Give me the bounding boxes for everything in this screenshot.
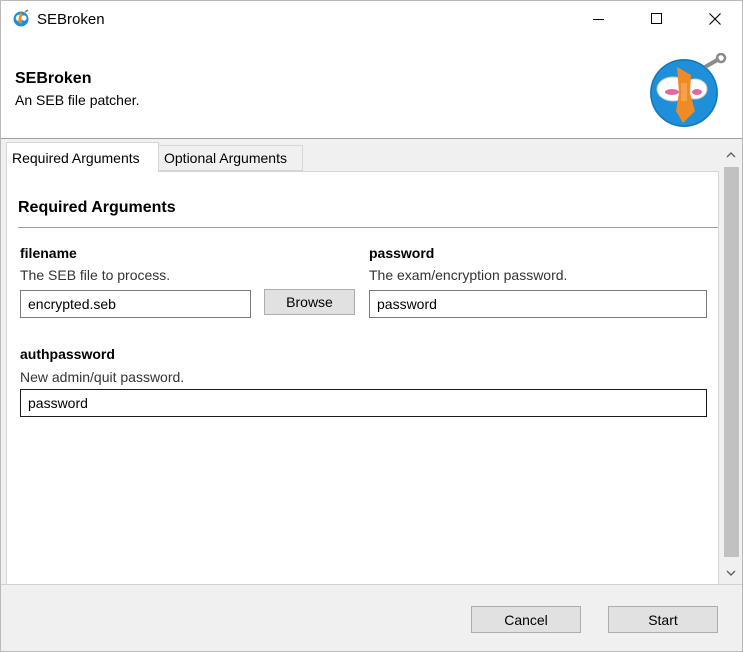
header-panel: SEBroken An SEB file patcher. bbox=[1, 39, 742, 139]
browse-button[interactable]: Browse bbox=[264, 289, 355, 315]
section-divider bbox=[18, 227, 718, 228]
authpassword-description: New admin/quit password. bbox=[20, 369, 185, 385]
maximize-button[interactable] bbox=[628, 1, 686, 39]
app-window: SEBroken SEBroken An SEB file patcher. R… bbox=[0, 0, 743, 652]
vertical-scrollbar[interactable] bbox=[720, 139, 742, 584]
chevron-down-icon bbox=[726, 563, 736, 579]
header-title: SEBroken bbox=[15, 70, 92, 87]
scroll-down-button[interactable] bbox=[720, 557, 742, 584]
scroll-thumb[interactable] bbox=[724, 167, 739, 557]
close-icon bbox=[709, 12, 721, 28]
minimize-icon bbox=[593, 12, 605, 28]
title-bar[interactable]: SEBroken bbox=[1, 1, 742, 39]
chevron-up-icon bbox=[726, 145, 736, 161]
authpassword-label: authpassword bbox=[20, 346, 115, 362]
authpassword-input[interactable]: password bbox=[20, 389, 707, 417]
tab-optional-arguments[interactable]: Optional Arguments bbox=[158, 145, 303, 171]
minimize-button[interactable] bbox=[570, 1, 628, 39]
header-subtitle: An SEB file patcher. bbox=[15, 92, 140, 108]
content-area: Required Arguments Optional Arguments Re… bbox=[1, 139, 742, 584]
scroll-up-button[interactable] bbox=[720, 139, 742, 167]
password-description: The exam/encryption password. bbox=[369, 267, 568, 283]
sebroken-logo bbox=[643, 52, 733, 129]
required-arguments-panel: Required Arguments filename The SEB file… bbox=[6, 171, 719, 584]
password-label: password bbox=[369, 245, 435, 261]
sebroken-app-icon bbox=[12, 9, 30, 27]
filename-input[interactable]: encrypted.seb bbox=[20, 290, 251, 318]
password-input[interactable]: password bbox=[369, 290, 707, 318]
maximize-icon bbox=[651, 12, 663, 28]
footer-bar: Cancel Start bbox=[1, 585, 742, 651]
filename-label: filename bbox=[20, 245, 77, 261]
close-button[interactable] bbox=[686, 1, 743, 39]
tab-required-arguments[interactable]: Required Arguments bbox=[6, 142, 159, 172]
section-title: Required Arguments bbox=[18, 199, 176, 216]
filename-description: The SEB file to process. bbox=[20, 267, 171, 283]
start-button[interactable]: Start bbox=[608, 606, 718, 633]
window-title: SEBroken bbox=[37, 11, 105, 28]
cancel-button[interactable]: Cancel bbox=[471, 606, 581, 633]
